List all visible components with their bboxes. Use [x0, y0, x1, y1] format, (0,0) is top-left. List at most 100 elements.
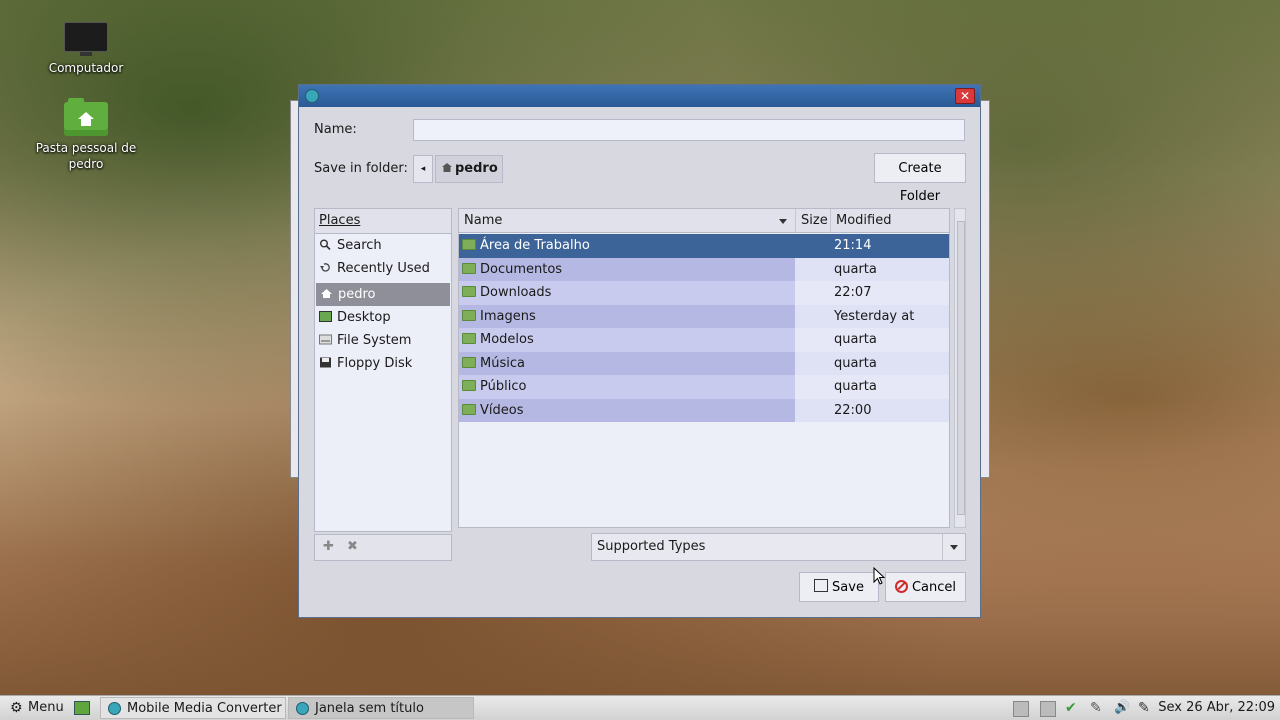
file-list: Name Size Modified Área de Trabalho 21:14…	[458, 208, 950, 528]
record-icon[interactable]	[1013, 701, 1029, 717]
places-header[interactable]: Places	[315, 209, 451, 234]
desktop-icon-label: Pasta pessoal de pedro	[35, 141, 137, 171]
volume-icon[interactable]: 🔊	[1114, 701, 1130, 715]
create-folder-button[interactable]: Create Folder	[874, 153, 966, 204]
place-label: pedro	[338, 287, 376, 302]
place-desktop[interactable]: Desktop	[315, 306, 451, 329]
file-name: Documentos	[480, 261, 563, 277]
drive-icon	[319, 334, 332, 345]
save-button[interactable]: Save	[799, 572, 879, 602]
place-search[interactable]: Search	[315, 234, 451, 257]
column-header-label: Name	[464, 213, 503, 228]
file-size	[795, 304, 831, 328]
scrollbar-thumb[interactable]	[957, 221, 965, 515]
recent-icon	[320, 263, 330, 272]
file-row[interactable]: Música quarta	[459, 351, 949, 375]
column-header-size[interactable]: Size	[796, 209, 831, 233]
place-floppy-disk[interactable]: Floppy Disk	[315, 352, 451, 375]
file-modified: Yesterday at 18:31	[831, 304, 949, 347]
path-button-pedro[interactable]: pedro	[435, 155, 503, 183]
file-modified: quarta	[831, 375, 949, 399]
file-name: Downloads	[480, 285, 552, 300]
app-icon	[108, 702, 121, 715]
task-label: Mobile Media Converter	[127, 701, 282, 716]
file-type-filter-select[interactable]: Supported Types	[591, 533, 966, 561]
place-file-system[interactable]: File System	[315, 329, 451, 352]
folder-icon	[462, 262, 476, 274]
home-icon	[442, 163, 452, 172]
floppy-icon	[320, 357, 331, 368]
file-modified: quarta	[831, 257, 949, 281]
remove-bookmark-icon[interactable]: ✖	[347, 539, 358, 554]
chevron-down-icon	[942, 534, 965, 560]
filter-value: Supported Types	[597, 539, 706, 554]
file-size	[795, 375, 831, 399]
path-back-button[interactable]: ◂	[413, 155, 433, 183]
taskbar-item-janela-sem-titulo[interactable]: Janela sem título	[288, 697, 474, 719]
file-name: Vídeos	[480, 402, 524, 418]
place-label: Search	[337, 238, 382, 253]
file-modified: 22:00	[831, 398, 949, 422]
folder-icon	[462, 239, 476, 250]
search-icon	[320, 239, 331, 250]
home-folder-icon	[64, 98, 108, 136]
desktop-icon-computer[interactable]: Computador	[31, 22, 141, 76]
file-list-scrollbar[interactable]	[954, 208, 966, 528]
file-modified: quarta	[831, 328, 949, 352]
tools-icon[interactable]: ✎	[1090, 701, 1104, 715]
save-in-folder-label: Save in folder:	[314, 161, 408, 176]
app-icon	[296, 702, 309, 715]
close-button[interactable]: ✕	[955, 88, 975, 104]
folder-icon	[462, 403, 476, 415]
file-modified: 21:14	[831, 234, 949, 258]
show-desktop-icon[interactable]	[74, 701, 90, 715]
file-row[interactable]: Imagens Yesterday at 18:31	[459, 304, 949, 347]
task-label: Janela sem título	[315, 701, 424, 716]
save-button-label: Save	[832, 580, 864, 595]
file-row[interactable]: Público quarta	[459, 375, 949, 399]
cancel-button-label: Cancel	[911, 580, 957, 595]
add-bookmark-icon[interactable]: ✚	[323, 539, 334, 554]
place-label: Recently Used	[337, 261, 430, 276]
sort-arrow-icon	[779, 219, 787, 224]
file-row[interactable]: Modelos quarta	[459, 328, 949, 352]
file-row[interactable]: Vídeos 22:00	[459, 398, 949, 422]
place-pedro[interactable]: pedro	[316, 283, 450, 306]
file-name: Área de Trabalho	[480, 238, 590, 253]
name-label: Name:	[314, 122, 357, 137]
clock[interactable]: Sex 26 Abr, 22:09	[1158, 700, 1275, 715]
place-label: Desktop	[337, 310, 391, 325]
place-recently-used[interactable]: Recently Used	[315, 257, 451, 280]
system-tray: ✔ ✎ 🔊 ✎ Sex 26 Abr, 22:09	[1010, 696, 1280, 720]
places-panel: Places Search Recently Used pedro Deskto…	[314, 208, 452, 532]
file-size	[795, 257, 831, 281]
desktop-icon-home-folder[interactable]: Pasta pessoal de pedro	[31, 98, 141, 172]
filename-input[interactable]	[413, 119, 965, 141]
file-name: Público	[480, 379, 527, 394]
record-icon[interactable]	[1040, 701, 1056, 717]
network-icon[interactable]: ✎	[1138, 701, 1152, 715]
file-size	[795, 398, 831, 422]
column-header-name[interactable]: Name	[459, 209, 796, 233]
place-label: File System	[337, 333, 412, 348]
dialog-titlebar[interactable]: ✕	[299, 85, 980, 107]
folder-icon	[462, 333, 476, 344]
taskbar-item-mobile-media-converter[interactable]: Mobile Media Converter	[100, 697, 286, 719]
file-modified: quarta	[831, 351, 949, 375]
cancel-button[interactable]: Cancel	[885, 572, 966, 602]
file-row[interactable]: Downloads 22:07	[459, 281, 949, 305]
menu-button[interactable]: ⚙ Menu	[6, 698, 64, 718]
file-name: Imagens	[480, 308, 536, 324]
file-row[interactable]: Documentos quarta	[459, 257, 949, 281]
desktop-icon-label: Computador	[48, 61, 124, 75]
desktop-icon	[319, 311, 332, 322]
app-icon	[305, 89, 319, 103]
save-file-dialog: ✕ Name: Save in folder: ◂ pedro Create F…	[298, 84, 981, 618]
taskbar: ⚙ Menu Mobile Media Converter Janela sem …	[0, 695, 1280, 720]
column-header-modified[interactable]: Modified	[831, 209, 949, 233]
shield-icon[interactable]: ✔	[1065, 701, 1079, 715]
home-icon	[321, 289, 332, 298]
file-modified: 22:07	[831, 281, 949, 305]
file-row[interactable]: Área de Trabalho 21:14	[459, 234, 949, 258]
place-label: Floppy Disk	[337, 356, 413, 371]
